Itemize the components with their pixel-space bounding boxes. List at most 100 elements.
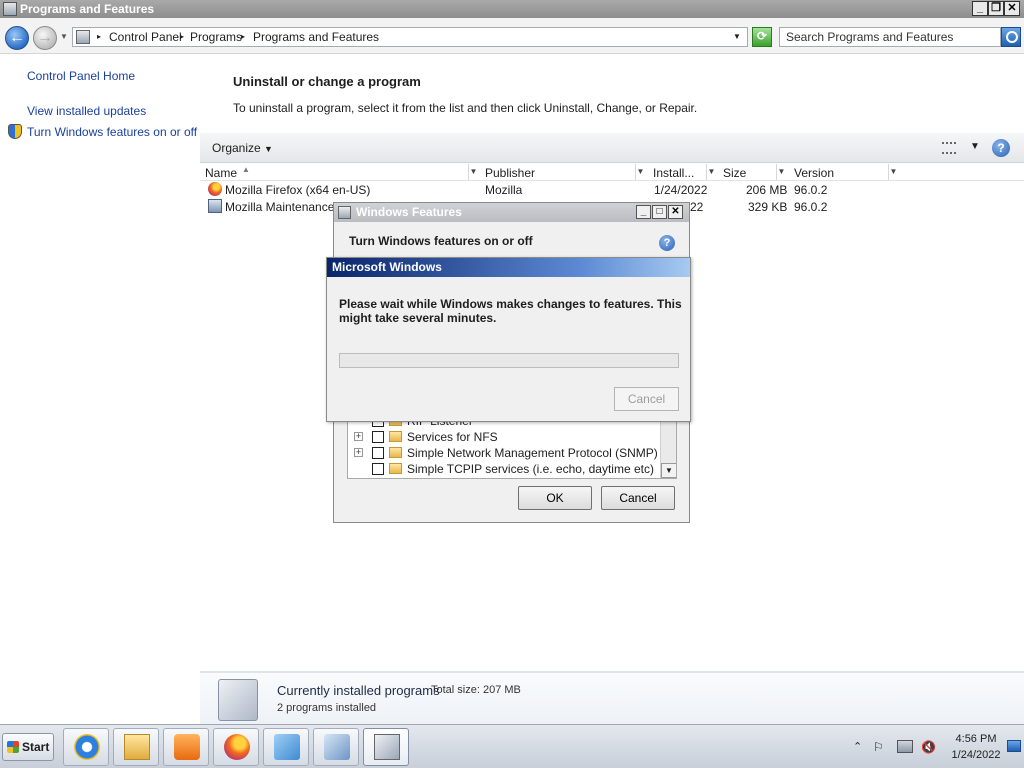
dialog-title[interactable]: Microsoft Windows xyxy=(327,258,690,277)
start-label: Start xyxy=(22,740,50,754)
list-item[interactable]: Simple TCPIP services (i.e. echo, daytim… xyxy=(348,461,660,477)
program-install-date: 22 xyxy=(690,200,704,214)
maximize-button[interactable]: □ xyxy=(652,205,667,219)
column-filter-dropdown[interactable]: ▼ xyxy=(468,164,478,180)
list-item[interactable]: + Services for NFS xyxy=(348,429,660,445)
cancel-button[interactable]: Cancel xyxy=(601,486,675,510)
search-icon[interactable] xyxy=(1001,27,1021,47)
taskbar-internet-explorer[interactable] xyxy=(63,728,109,766)
taskbar-explorer[interactable] xyxy=(113,728,159,766)
help-icon[interactable]: ? xyxy=(992,139,1010,157)
action-center-flag-icon[interactable]: ⚐ xyxy=(873,740,887,754)
features-tree[interactable]: RIP Listener + Services for NFS + Simple… xyxy=(347,417,677,479)
windows-features-icon xyxy=(338,206,351,219)
feature-checkbox[interactable] xyxy=(372,463,384,475)
help-icon[interactable]: ? xyxy=(659,235,675,251)
column-publisher[interactable]: Publisher xyxy=(485,166,535,180)
taskbar-app[interactable] xyxy=(263,728,309,766)
show-desktop-icon[interactable] xyxy=(1007,740,1021,752)
table-row[interactable]: Mozilla Firefox (x64 en-US) Mozilla 1/24… xyxy=(200,181,1024,198)
address-bar: ← → ▼ ▸ Control Panel ▸ Programs ▸ Progr… xyxy=(0,18,1024,54)
folder-icon xyxy=(389,447,402,458)
details-count: 2 programs installed xyxy=(277,702,377,714)
shield-icon xyxy=(8,124,22,139)
window-title-bar[interactable]: Programs and Features _ ❐ ✕ xyxy=(0,0,1024,18)
volume-muted-icon[interactable]: 🔇 xyxy=(921,740,936,754)
view-installed-updates-link[interactable]: View installed updates xyxy=(27,104,146,118)
column-filter-dropdown[interactable]: ▼ xyxy=(776,164,786,180)
scrollbar[interactable]: ▼ xyxy=(660,418,676,478)
program-size: 206 MB xyxy=(746,183,788,197)
chevron-right-icon[interactable]: ▸ xyxy=(180,32,184,41)
feature-label: Simple TCPIP services (i.e. echo, daytim… xyxy=(407,462,654,476)
chevron-right-icon[interactable]: ▸ xyxy=(97,32,101,41)
details-total-size: Total size: 207 MB xyxy=(431,684,521,696)
windows-features-link[interactable]: Turn Windows features on or off xyxy=(27,125,197,139)
command-bar: Organize ▼ ▼ ? xyxy=(200,133,1024,163)
search-input[interactable]: Search Programs and Features xyxy=(779,27,1001,47)
scroll-down-icon[interactable]: ▼ xyxy=(661,463,676,478)
show-hidden-icons-icon[interactable]: ⌃ xyxy=(853,740,867,754)
folder-icon xyxy=(389,463,402,474)
control-panel-icon xyxy=(76,30,90,44)
column-filter-dropdown[interactable]: ▼ xyxy=(635,164,645,180)
program-name: Mozilla Firefox (x64 en-US) xyxy=(225,183,371,197)
close-button[interactable]: ✕ xyxy=(1004,1,1020,16)
breadcrumb-control-panel[interactable]: Control Panel xyxy=(109,30,182,44)
column-version[interactable]: Version xyxy=(794,166,834,180)
column-installed-on[interactable]: Install... xyxy=(653,166,694,180)
firefox-icon xyxy=(224,734,250,760)
view-dropdown-icon[interactable]: ▼ xyxy=(970,141,980,152)
program-version: 96.0.2 xyxy=(794,183,828,197)
start-button[interactable]: Start xyxy=(2,733,54,761)
feature-checkbox[interactable] xyxy=(372,431,384,443)
programs-icon xyxy=(374,734,400,760)
column-filter-dropdown[interactable]: ▼ xyxy=(706,164,716,180)
minimize-button[interactable]: _ xyxy=(636,205,651,219)
column-filter-dropdown[interactable]: ▼ xyxy=(888,164,898,180)
app-icon xyxy=(274,734,300,760)
firefox-icon xyxy=(208,182,222,196)
network-icon[interactable] xyxy=(897,740,913,753)
organize-button[interactable]: Organize ▼ xyxy=(212,141,273,155)
taskbar-control-panel[interactable] xyxy=(313,728,359,766)
taskbar-firefox[interactable] xyxy=(213,728,259,766)
breadcrumb-programs[interactable]: Programs xyxy=(190,30,242,44)
minimize-button[interactable]: _ xyxy=(972,1,988,16)
chevron-right-icon[interactable]: ▸ xyxy=(241,32,245,41)
progress-bar xyxy=(339,353,679,368)
column-name[interactable]: Name xyxy=(205,166,237,180)
feature-checkbox[interactable] xyxy=(372,447,384,459)
program-publisher: Mozilla xyxy=(485,183,523,197)
view-icon[interactable] xyxy=(942,142,956,154)
window-title: Programs and Features xyxy=(20,2,155,16)
expand-icon[interactable]: + xyxy=(354,432,363,441)
control-panel-home-link[interactable]: Control Panel Home xyxy=(27,69,135,83)
breadcrumb-programs-and-features[interactable]: Programs and Features xyxy=(253,30,379,44)
forward-button[interactable]: → xyxy=(33,26,57,50)
clock-time[interactable]: 4:56 PM xyxy=(948,733,1004,745)
feature-label: Services for NFS xyxy=(407,430,498,444)
address-dropdown-icon[interactable]: ▼ xyxy=(733,32,741,41)
page-description: To uninstall a program, select it from t… xyxy=(233,101,698,115)
recent-pages-dropdown[interactable]: ▼ xyxy=(60,32,68,41)
taskbar-media-player[interactable] xyxy=(163,728,209,766)
restore-button[interactable]: ❐ xyxy=(988,1,1004,16)
refresh-button[interactable]: ⟳ xyxy=(752,27,772,47)
taskbar-programs-and-features[interactable] xyxy=(363,728,409,766)
column-size[interactable]: Size xyxy=(723,166,746,180)
expand-icon[interactable]: + xyxy=(354,448,363,457)
progress-dialog: Microsoft Windows Please wait while Wind… xyxy=(326,257,691,422)
programs-icon xyxy=(218,679,258,721)
back-button[interactable]: ← xyxy=(5,26,29,50)
taskbar: Start ⌃ ⚐ 🔇 4:56 PM 1/24/2022 xyxy=(0,724,1024,768)
dialog-title-bar[interactable]: Windows Features _ □ ✕ xyxy=(334,203,689,222)
column-header-row: Name ▲ ▼ Publisher ▼ Install... ▼ Size ▼… xyxy=(200,164,1024,181)
breadcrumb[interactable]: ▸ Control Panel ▸ Programs ▸ Programs an… xyxy=(72,27,748,47)
clock-date[interactable]: 1/24/2022 xyxy=(948,749,1004,761)
close-button[interactable]: ✕ xyxy=(668,205,683,219)
list-item[interactable]: + Simple Network Management Protocol (SN… xyxy=(348,445,660,461)
program-size: 329 KB xyxy=(748,200,788,214)
dialog-heading: Turn Windows features on or off xyxy=(349,234,533,248)
ok-button[interactable]: OK xyxy=(518,486,592,510)
